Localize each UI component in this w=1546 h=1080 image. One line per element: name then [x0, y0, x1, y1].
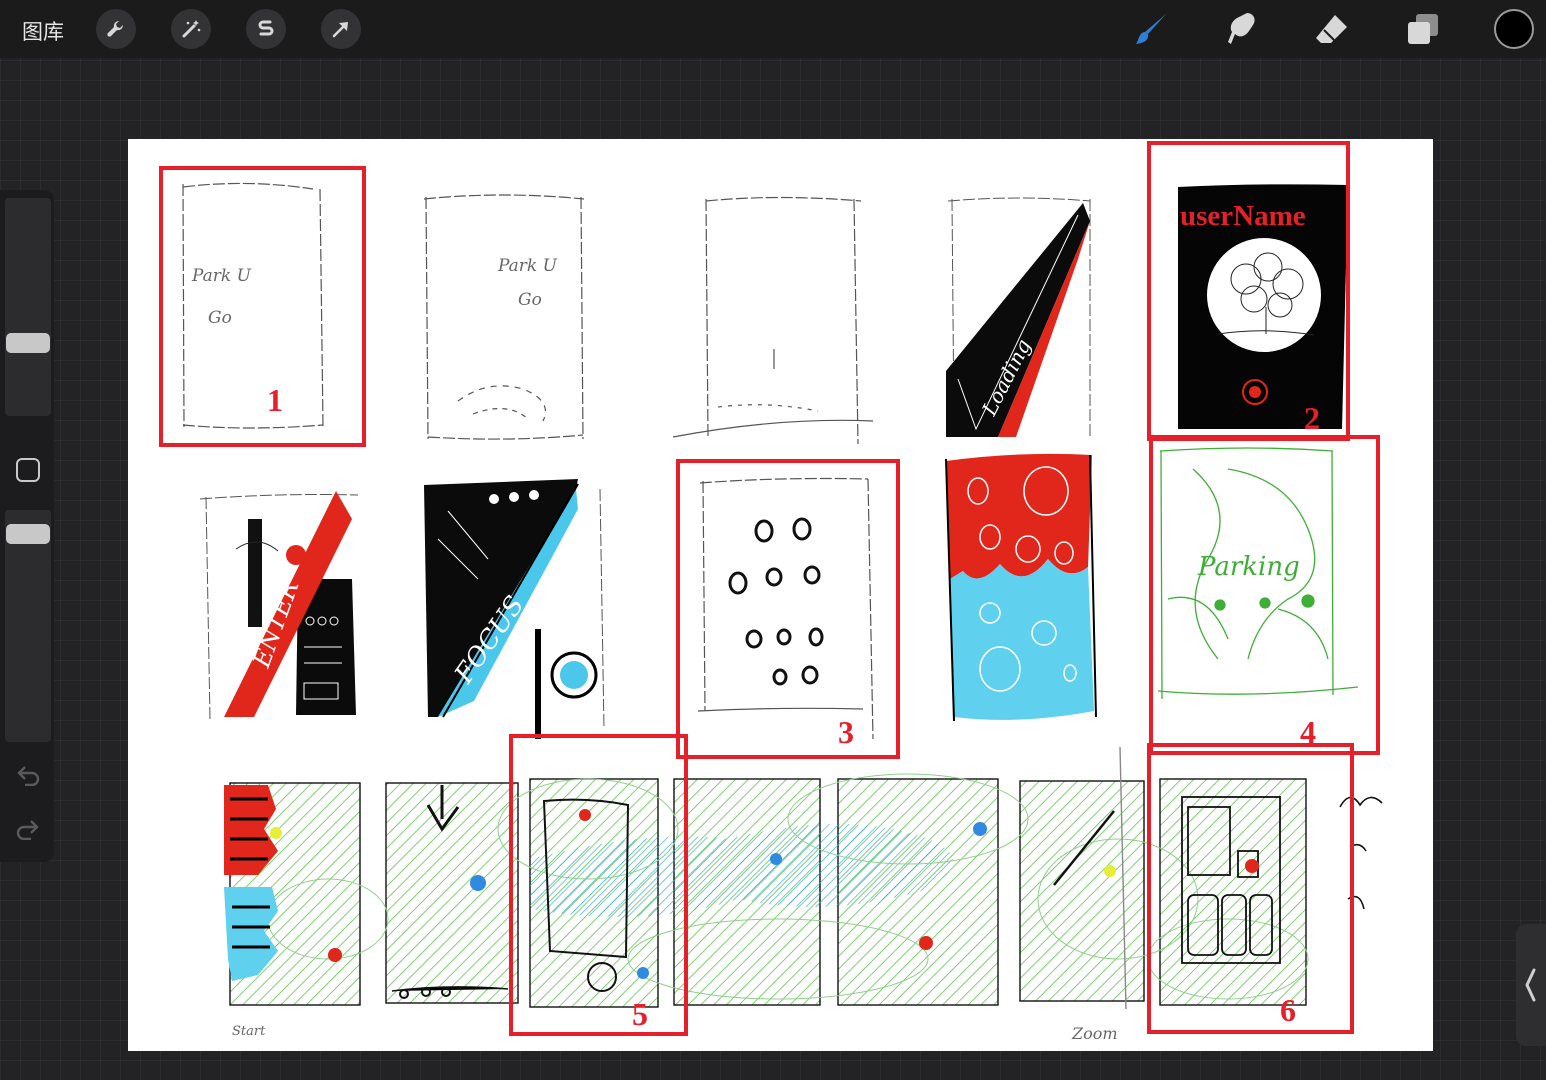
- sketch-text-zoom: Zoom: [1071, 1024, 1118, 1043]
- annotation-box-1: [159, 166, 366, 447]
- sketch-redblue: [945, 453, 1097, 722]
- annotation-number-3: 3: [838, 714, 854, 750]
- sketch-parking: Parking: [1157, 447, 1359, 700]
- sketch-profile: userName: [1178, 184, 1348, 429]
- sketch-splash-2: [423, 194, 585, 440]
- sketch-text-username: userName: [1180, 200, 1306, 232]
- modify-square-button[interactable]: [16, 458, 40, 482]
- sketch-enter: ENTER: [199, 491, 359, 720]
- sketch-text-park-2: Park U: [497, 256, 558, 276]
- redo-icon[interactable]: [15, 818, 41, 845]
- chevron-left-icon: [1525, 968, 1536, 1002]
- brush-opacity-slider[interactable]: [5, 510, 51, 742]
- sketch-splash-3: [672, 196, 874, 445]
- sketch-map-strip: Start Zoom: [224, 746, 1383, 1043]
- sketch-splash-1: [182, 182, 324, 429]
- wrench-icon[interactable]: [96, 9, 136, 49]
- sketch-loading: Loading: [946, 197, 1091, 439]
- side-panel-handle[interactable]: [1516, 924, 1546, 1046]
- sketch-text-parking: Parking: [1197, 552, 1300, 582]
- gallery-button[interactable]: 图库: [22, 16, 64, 46]
- brush-size-thumb[interactable]: [6, 333, 50, 353]
- sketch-text-go-2: Go: [518, 290, 542, 310]
- annotation-number-5: 5: [632, 996, 648, 1032]
- sketch-text-start: Start: [232, 1024, 266, 1039]
- color-picker-swatch[interactable]: [1494, 9, 1534, 49]
- annotation-number-1: 1: [267, 382, 283, 418]
- annotation-box-4: [1149, 435, 1380, 755]
- brush-size-slider[interactable]: [5, 198, 51, 416]
- annotation-number-4: 4: [1300, 714, 1316, 750]
- sketch-dots: [697, 477, 874, 740]
- brush-opacity-thumb[interactable]: [6, 524, 50, 544]
- left-sidebar: [0, 190, 54, 862]
- annotation-number-6: 6: [1280, 992, 1296, 1028]
- arrow-cursor-icon[interactable]: [321, 9, 361, 49]
- magic-wand-icon[interactable]: [171, 9, 211, 49]
- smudge-icon[interactable]: [1222, 9, 1262, 49]
- sketch-focus: FOCUS: [424, 479, 605, 739]
- top-toolbar: 图库: [0, 0, 1546, 58]
- sketch-text-park-1: Park U: [191, 266, 252, 286]
- layers-icon[interactable]: [1403, 9, 1443, 49]
- brush-icon[interactable]: [1132, 9, 1172, 49]
- selection-s-icon[interactable]: [246, 9, 286, 49]
- eraser-icon[interactable]: [1312, 9, 1352, 49]
- sketch-text-go-1: Go: [208, 308, 232, 328]
- drawing-canvas[interactable]: Park U Go Park U Go Loading userName ENT…: [128, 139, 1433, 1051]
- annotation-number-2: 2: [1304, 400, 1320, 436]
- annotation-box-3: [676, 459, 900, 759]
- undo-icon[interactable]: [15, 764, 41, 791]
